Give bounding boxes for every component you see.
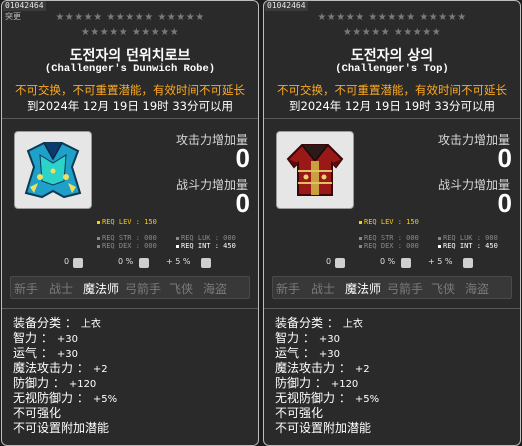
starforce-row-1: ★★★★★ ★★★★★ ★★★★★ <box>55 12 205 23</box>
req-str: REQ STR : 000 <box>359 234 419 242</box>
spec-line: 不可设置附加潜能 <box>275 421 372 435</box>
stat-icon-3 <box>463 258 473 268</box>
spec-line: 无视防御力 ： +5% <box>13 391 118 405</box>
item-name-english: (Challenger's Top) <box>335 63 449 75</box>
req-dex: REQ DEX : 000 <box>359 242 419 250</box>
req-int: REQ INT : 450 <box>176 242 236 250</box>
spec-line: 运气 ： +30 <box>275 346 340 360</box>
spec-line: 无视防御力 ： +5% <box>275 391 380 405</box>
job-magician: 魔法师 <box>345 282 382 296</box>
spec-line: 防御力 ： +120 <box>13 376 97 390</box>
job-thief: 飞侠 <box>169 282 194 296</box>
percent-value-3: + 5 % <box>428 257 453 266</box>
job-pirate: 海盗 <box>465 282 490 296</box>
stat-icon-1 <box>335 258 345 268</box>
combat-power-value: 0 <box>497 188 512 218</box>
percent-value-2: 0 % <box>380 257 396 266</box>
job-class-bar: 新手 战士 魔法师 弓箭手 飞侠 海盗 <box>10 276 250 299</box>
req-int: REQ INT : 450 <box>438 242 498 250</box>
req-str: REQ STR : 000 <box>97 234 157 242</box>
req-level: REQ LEV : 150 <box>359 218 419 226</box>
challenger-top-icon <box>286 144 344 196</box>
stat-icon-2 <box>139 258 149 268</box>
starforce-row-1: ★★★★★ ★★★★★ ★★★★★ <box>317 12 467 23</box>
percent-value-1: 0 <box>326 257 332 266</box>
starforce-row-2: ★★★★★ ★★★★★ <box>80 27 180 38</box>
divider <box>2 118 258 119</box>
job-beginner: 新手 <box>276 282 301 296</box>
trade-restriction-notice: 不可交换，不可重置潜能，有效时间不可延长 <box>277 83 507 97</box>
job-beginner: 新手 <box>14 282 39 296</box>
dunwich-robe-icon <box>24 142 82 199</box>
item-name-korean: 도전자의 상의 <box>350 48 434 64</box>
spec-line: 不可强化 <box>13 406 62 420</box>
expiry-date: 到2024年 12月 19日 19时 33分可以用 <box>289 99 495 113</box>
combat-power-value: 0 <box>235 188 250 218</box>
trade-restriction-notice: 不可交换，不可重置潜能，有效时间不可延长 <box>15 83 245 97</box>
item-name-korean: 도전자의 던위치로브 <box>69 48 191 64</box>
job-warrior: 战士 <box>311 282 336 296</box>
expiry-date: 到2024年 12月 19日 19时 33分可以用 <box>27 99 233 113</box>
attack-increase-value: 0 <box>235 143 250 173</box>
job-bowman: 弓箭手 <box>125 282 162 296</box>
spec-line: 智力 ： +30 <box>275 331 340 345</box>
percent-value-3: + 5 % <box>166 257 191 266</box>
spec-line: 装备分类 ：上衣 <box>13 316 101 330</box>
spec-line: 运气 ： +30 <box>13 346 78 360</box>
item-id-label: 01042464 <box>3 1 46 11</box>
spec-line: 魔法攻击力 ： +2 <box>275 361 370 375</box>
job-class-bar: 新手 战士 魔法师 弓箭手 飞侠 海盗 <box>272 276 512 299</box>
req-dex: REQ DEX : 000 <box>97 242 157 250</box>
spec-line: 智力 ： +30 <box>13 331 78 345</box>
attack-increase-value: 0 <box>497 143 512 173</box>
job-thief: 飞侠 <box>431 282 456 296</box>
percent-value-1: 0 <box>64 257 70 266</box>
stat-icon-3 <box>201 258 211 268</box>
percent-value-2: 0 % <box>118 257 134 266</box>
item-name-english: (Challenger's Dunwich Robe) <box>44 63 216 75</box>
job-magician: 魔法师 <box>83 282 120 296</box>
job-warrior: 战士 <box>49 282 74 296</box>
item-tooltip-challenger-top: 01042464 ★★★★★ ★★★★★ ★★★★★ ★★★★★ ★★★★★ 도… <box>263 0 521 446</box>
job-pirate: 海盗 <box>203 282 228 296</box>
spec-line: 不可强化 <box>275 406 324 420</box>
spec-line: 不可设置附加潜能 <box>13 421 110 435</box>
divider <box>264 308 520 309</box>
item-icon-frame <box>276 131 354 209</box>
divider <box>2 308 258 309</box>
stat-icon-2 <box>401 258 411 268</box>
starforce-row-2: ★★★★★ ★★★★★ <box>342 27 442 38</box>
spec-line: 装备分类 ：上衣 <box>275 316 363 330</box>
spec-line: 防御力 ： +120 <box>275 376 359 390</box>
item-tooltip-dunwich-robe: 01042464 突更 ★★★★★ ★★★★★ ★★★★★ ★★★★★ ★★★★… <box>1 0 259 446</box>
job-bowman: 弓箭手 <box>387 282 424 296</box>
item-id-label: 01042464 <box>265 1 308 11</box>
divider <box>264 118 520 119</box>
stat-icon-1 <box>73 258 83 268</box>
item-icon-frame <box>14 131 92 209</box>
req-level: REQ LEV : 150 <box>97 218 157 226</box>
req-luk: REQ LUK : 000 <box>176 234 236 242</box>
spec-line: 魔法攻击力 ： +2 <box>13 361 108 375</box>
req-luk: REQ LUK : 000 <box>438 234 498 242</box>
